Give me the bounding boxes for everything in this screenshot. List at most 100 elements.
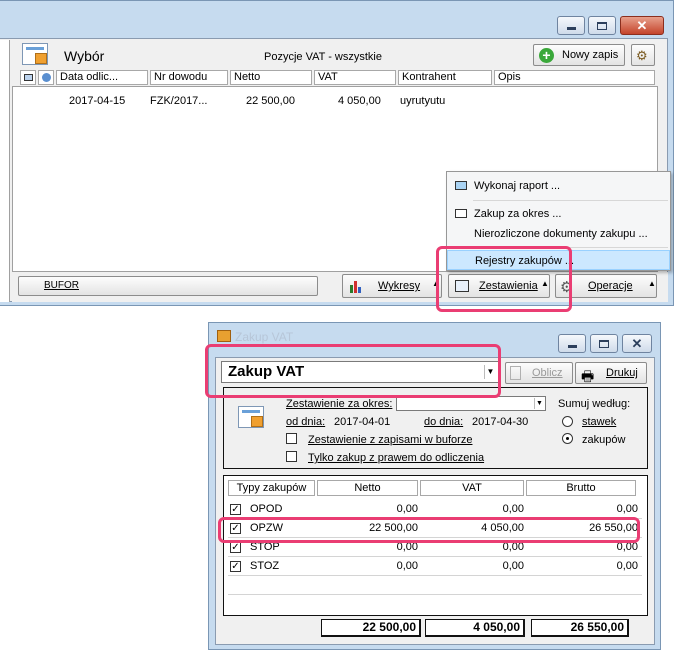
row-gross: 0,00 [616, 503, 638, 515]
print-label: Drukuj [606, 367, 638, 379]
table-row [228, 576, 642, 595]
rates-radio[interactable] [562, 416, 573, 427]
calculator-icon [510, 366, 521, 380]
table-row[interactable]: ✓ STOZ 0,00 0,00 0,00 [228, 557, 642, 576]
row-checkbox[interactable]: ✓ [230, 561, 241, 572]
close-button[interactable]: ✕ [620, 16, 664, 35]
bufor-button[interactable]: BUFOR [18, 276, 318, 296]
purchases-label: zakupów [582, 434, 626, 446]
charts-label: Wykresy [378, 280, 421, 292]
buffer-checkbox-label: Zestawienie z zapisami w buforze [308, 434, 473, 446]
list-subtitle: Pozycje VAT - wszystkie [264, 51, 382, 63]
plus-icon: + [539, 48, 554, 63]
row-doc-no[interactable]: FZK/2017... [150, 95, 207, 107]
col-date[interactable]: Data odlic... [56, 70, 148, 85]
menu-unsettled-docs-label: Nierozliczone dokumenty zakupu ... [474, 228, 648, 240]
menu-separator [473, 200, 668, 201]
calendar-icon [238, 406, 264, 428]
row-name: STOZ [250, 560, 280, 572]
deduction-checkbox[interactable] [286, 451, 297, 462]
menu-purchase-period[interactable]: Zakup za okres ... [447, 204, 670, 224]
th-net[interactable]: Netto [317, 480, 418, 496]
app-icon [217, 330, 231, 342]
new-record-label: Nowy zapis [562, 49, 619, 61]
grid-header: Data odlic... Nr dowodu Netto VAT Kontra… [12, 69, 658, 86]
row-contractor[interactable]: uyrutyutu [400, 95, 445, 107]
close-icon: ✕ [631, 336, 643, 351]
minimize-button[interactable] [557, 16, 585, 35]
purchase-types-table: Typy zakupów Netto VAT Brutto ✓ OPOD 0,0… [223, 475, 648, 616]
from-date-field[interactable]: 2017-04-01 [334, 416, 390, 428]
menu-purchase-period-label: Zakup za okres ... [474, 208, 562, 220]
print-button[interactable]: 🖶 Drukuj [575, 362, 647, 384]
list-view-icon [22, 43, 48, 65]
row-checkbox[interactable]: ✓ [230, 542, 241, 553]
dialog-title: Zakup VAT [235, 330, 294, 344]
total-net: 22 500,00 [321, 619, 421, 637]
buffer-checkbox[interactable] [286, 433, 297, 444]
list-title: Wybór [64, 48, 105, 64]
dialog-close-button[interactable]: ✕ [622, 334, 652, 353]
menu-run-report-label: Wykonaj raport ... [474, 180, 561, 192]
col-vat[interactable]: VAT [314, 70, 396, 85]
dialog-minimize-button[interactable] [558, 334, 586, 353]
col-doc-no[interactable]: Nr dowodu [150, 70, 228, 85]
report-icon [455, 181, 467, 190]
to-date-label: do dnia: [424, 416, 464, 428]
total-vat: 4 050,00 [425, 619, 525, 637]
row-checkbox[interactable]: ✓ [230, 504, 241, 515]
chevron-down-icon: ▼ [534, 398, 544, 409]
list-header: Wybór Pozycje VAT - wszystkie + Nowy zap… [12, 41, 658, 68]
highlight-frame [218, 517, 640, 543]
period-label: Zestawienie za okres: [286, 398, 393, 410]
menu-run-report[interactable]: Wykonaj raport ... [447, 176, 670, 196]
settings-icon: ⚙ [636, 48, 648, 63]
left-panel [0, 40, 10, 302]
row-gross: 0,00 [616, 560, 638, 572]
calculate-label: Oblicz [532, 367, 563, 379]
maximize-icon [599, 339, 609, 348]
row-vat: 0,00 [502, 503, 524, 515]
to-date-field[interactable]: 2017-04-30 [472, 416, 528, 428]
row-name: OPOD [250, 503, 283, 515]
settings-button[interactable]: ⚙ [631, 44, 655, 66]
row-vat: 0,00 [502, 560, 524, 572]
period-combo[interactable]: ▼ [396, 396, 546, 411]
minimize-icon [566, 27, 576, 30]
view-toggle-icon[interactable] [20, 70, 36, 85]
dialog-maximize-button[interactable] [590, 334, 618, 353]
chevron-up-icon: ▲ [648, 279, 656, 288]
total-gross: 26 550,00 [531, 619, 629, 637]
menu-unsettled-docs[interactable]: Nierozliczone dokumenty zakupu ... [447, 224, 670, 244]
row-net: 0,00 [396, 503, 418, 515]
col-desc[interactable]: Opis [494, 70, 655, 85]
new-record-button[interactable]: + Nowy zapis [533, 44, 625, 66]
close-icon: ✕ [636, 18, 648, 33]
row-net: 0,00 [396, 560, 418, 572]
highlight-frame [205, 344, 501, 398]
operations-label: Operacje [588, 280, 633, 292]
deduction-checkbox-label: Tylko zakup z prawem do odliczenia [308, 452, 485, 464]
period-group: Zestawienie za okres: ▼ od dnia: 2017-04… [223, 387, 648, 469]
chart-icon [349, 279, 363, 293]
rates-label: stawek [582, 416, 617, 428]
sum-by-label: Sumuj według: [558, 398, 631, 410]
col-contractor[interactable]: Kontrahent [398, 70, 492, 85]
th-gross[interactable]: Brutto [526, 480, 636, 496]
window-icon [455, 209, 467, 218]
charts-button[interactable]: Wykresy ▲ [342, 274, 442, 298]
calculate-button[interactable]: Oblicz [505, 362, 573, 384]
col-net[interactable]: Netto [230, 70, 312, 85]
maximize-button[interactable] [588, 16, 616, 35]
th-purchase-types[interactable]: Typy zakupów [228, 480, 315, 496]
table-row [228, 595, 642, 614]
row-date[interactable]: 2017-04-15 [69, 95, 125, 107]
row-net[interactable]: 22 500,00 [246, 95, 296, 107]
filter-icon[interactable] [38, 70, 54, 85]
th-vat[interactable]: VAT [420, 480, 524, 496]
purchases-radio[interactable] [562, 433, 573, 444]
row-vat[interactable]: 4 050,00 [338, 95, 381, 107]
minimize-icon [567, 345, 577, 348]
bufor-label: BUFOR [44, 280, 79, 291]
maximize-icon [597, 21, 607, 30]
